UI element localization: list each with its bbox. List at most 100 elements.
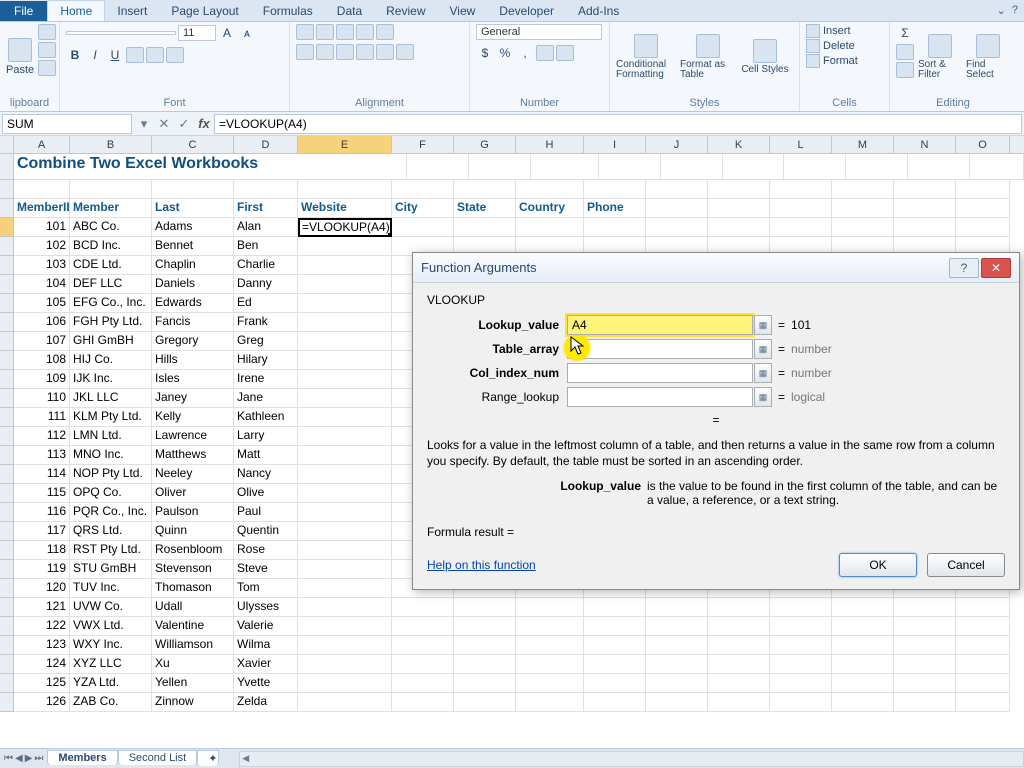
increase-decimal-icon[interactable] <box>536 45 554 61</box>
cell[interactable] <box>708 199 770 218</box>
row-header[interactable] <box>0 560 14 579</box>
cell[interactable] <box>392 617 454 636</box>
cell[interactable] <box>708 598 770 617</box>
refedit-range-lookup-icon[interactable]: ▦ <box>754 387 772 407</box>
row-header[interactable] <box>0 154 14 180</box>
decrease-decimal-icon[interactable] <box>556 45 574 61</box>
cell[interactable]: Steve <box>234 560 298 579</box>
row-header[interactable] <box>0 674 14 693</box>
cell[interactable] <box>584 617 646 636</box>
row-header[interactable] <box>0 693 14 712</box>
cell[interactable]: 112 <box>14 427 70 446</box>
row-header[interactable] <box>0 313 14 332</box>
cell[interactable]: NOP Pty Ltd. <box>70 465 152 484</box>
tab-review[interactable]: Review <box>374 1 437 21</box>
cell[interactable] <box>584 218 646 237</box>
cell[interactable]: MNO Inc. <box>70 446 152 465</box>
cell[interactable] <box>646 655 708 674</box>
cells-format-button[interactable]: Format <box>806 54 858 68</box>
comma-icon[interactable]: , <box>516 44 534 62</box>
cell[interactable] <box>298 579 392 598</box>
cell[interactable]: Quentin <box>234 522 298 541</box>
arg-table-array-input[interactable] <box>567 339 753 359</box>
cell[interactable]: Alan <box>234 218 298 237</box>
cell[interactable]: QRS Ltd. <box>70 522 152 541</box>
row-header[interactable] <box>0 655 14 674</box>
cell[interactable] <box>298 389 392 408</box>
font-name-select[interactable] <box>66 31 176 35</box>
copy-icon[interactable] <box>38 42 56 58</box>
cell[interactable]: Jane <box>234 389 298 408</box>
cell[interactable] <box>708 655 770 674</box>
row-header[interactable] <box>0 427 14 446</box>
cell[interactable]: OPQ Co. <box>70 484 152 503</box>
cell[interactable]: Gregory <box>152 332 234 351</box>
cell[interactable]: Hilary <box>234 351 298 370</box>
cut-icon[interactable] <box>38 24 56 40</box>
font-color-icon[interactable] <box>166 47 184 63</box>
cell[interactable]: Rose <box>234 541 298 560</box>
align-left-icon[interactable] <box>296 44 314 60</box>
col-header-M[interactable]: M <box>832 136 894 153</box>
tab-nav-next-icon[interactable]: ▶ <box>25 753 33 764</box>
cell[interactable]: FGH Pty Ltd. <box>70 313 152 332</box>
cell[interactable]: Rosenbloom <box>152 541 234 560</box>
tab-data[interactable]: Data <box>325 1 374 21</box>
cell[interactable] <box>298 408 392 427</box>
col-header-L[interactable]: L <box>770 136 832 153</box>
cell[interactable]: 124 <box>14 655 70 674</box>
wrap-text-icon[interactable] <box>376 24 394 40</box>
row-header[interactable] <box>0 636 14 655</box>
cell[interactable] <box>832 199 894 218</box>
cell[interactable]: Ben <box>234 237 298 256</box>
cell[interactable]: CDE Ltd. <box>70 256 152 275</box>
cell[interactable] <box>956 655 1010 674</box>
horizontal-scrollbar[interactable]: ◀ <box>239 751 1024 767</box>
cell[interactable]: 113 <box>14 446 70 465</box>
insert-function-icon[interactable]: fx <box>194 116 214 131</box>
format-as-table-button[interactable]: Format as Table <box>680 24 736 90</box>
cell[interactable]: GHI GmBH <box>70 332 152 351</box>
dialog-help-button[interactable]: ? <box>949 258 979 278</box>
row-header[interactable] <box>0 275 14 294</box>
cell[interactable]: 121 <box>14 598 70 617</box>
cell[interactable]: Last <box>152 199 234 218</box>
cell[interactable] <box>708 674 770 693</box>
cell[interactable] <box>298 446 392 465</box>
cell[interactable] <box>832 636 894 655</box>
cell[interactable]: VWX Ltd. <box>70 617 152 636</box>
cell[interactable] <box>298 294 392 313</box>
cell[interactable] <box>298 503 392 522</box>
cell[interactable] <box>298 693 392 712</box>
cell[interactable] <box>298 655 392 674</box>
col-header-N[interactable]: N <box>894 136 956 153</box>
tab-nav-first-icon[interactable]: ⏮ <box>4 753 13 764</box>
cell[interactable] <box>298 484 392 503</box>
cell[interactable]: Greg <box>234 332 298 351</box>
row-header[interactable] <box>0 370 14 389</box>
cell[interactable]: Bennet <box>152 237 234 256</box>
row-header[interactable] <box>0 237 14 256</box>
col-header-G[interactable]: G <box>454 136 516 153</box>
cell[interactable] <box>298 370 392 389</box>
cell[interactable]: Janey <box>152 389 234 408</box>
cell[interactable] <box>770 693 832 712</box>
formula-input[interactable]: =VLOOKUP(A4) <box>214 114 1022 134</box>
cell[interactable] <box>894 655 956 674</box>
cell[interactable] <box>708 617 770 636</box>
cell[interactable]: City <box>392 199 454 218</box>
row-header[interactable] <box>0 522 14 541</box>
cell[interactable] <box>454 180 516 199</box>
number-format-select[interactable]: General <box>476 24 602 40</box>
cell[interactable]: Daniels <box>152 275 234 294</box>
cell[interactable] <box>516 674 584 693</box>
arg-lookup-value-input[interactable] <box>567 315 753 335</box>
cell[interactable]: Irene <box>234 370 298 389</box>
col-header-H[interactable]: H <box>516 136 584 153</box>
row-header[interactable] <box>0 579 14 598</box>
cell[interactable]: 108 <box>14 351 70 370</box>
arg-range-lookup-input[interactable] <box>567 387 753 407</box>
cell[interactable]: Xavier <box>234 655 298 674</box>
fill-icon[interactable] <box>896 44 914 60</box>
col-header-A[interactable]: A <box>14 136 70 153</box>
